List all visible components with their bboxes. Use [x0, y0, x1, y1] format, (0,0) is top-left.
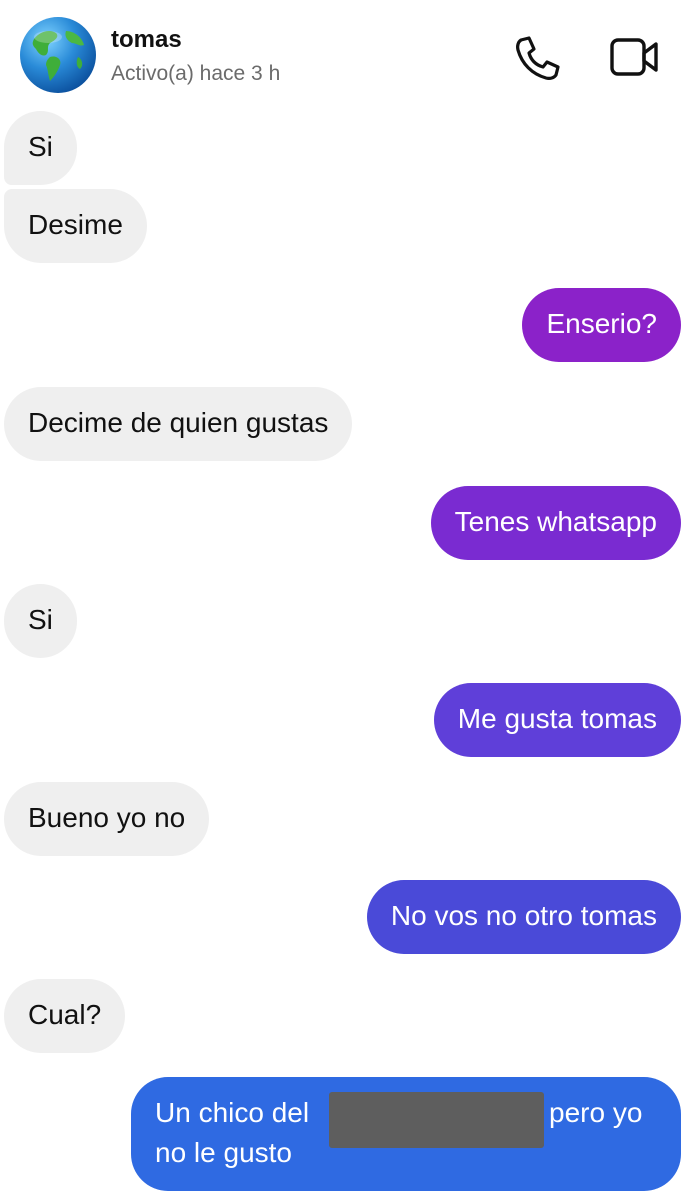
activity-status: Activo(a) hace 3 h — [111, 62, 281, 85]
globe-icon[interactable] — [20, 17, 96, 93]
phone-icon[interactable] — [512, 34, 562, 82]
outgoing-message[interactable]: Enserio? — [522, 288, 681, 362]
redaction-block — [329, 1092, 544, 1148]
outgoing-message[interactable]: No vos no otro tomas — [366, 880, 681, 954]
message-text-part1: Un chico del — [155, 1097, 310, 1128]
incoming-message[interactable]: Si — [4, 584, 77, 658]
chat-header: tomas Activo(a) hace 3 h — [0, 0, 697, 110]
outgoing-message[interactable]: Me gusta tomas — [433, 683, 681, 757]
contact-name[interactable]: tomas — [111, 26, 182, 54]
incoming-message[interactable]: Desime — [4, 189, 147, 263]
incoming-message[interactable]: Decime de quien gustas — [4, 387, 353, 461]
message-text-part2: pero yo — [549, 1097, 643, 1128]
outgoing-message[interactable]: Un chico del pero yo no le gusto — [131, 1077, 681, 1191]
incoming-message[interactable]: Bueno yo no — [4, 782, 210, 856]
outgoing-message[interactable]: Tenes whatsapp — [430, 486, 681, 560]
incoming-message[interactable]: Cual? — [4, 979, 126, 1053]
incoming-message[interactable]: Si — [4, 111, 77, 185]
message-text-line2: no le gusto — [155, 1137, 292, 1168]
video-camera-icon[interactable] — [608, 34, 662, 82]
globe-icon-graphic — [32, 31, 84, 81]
